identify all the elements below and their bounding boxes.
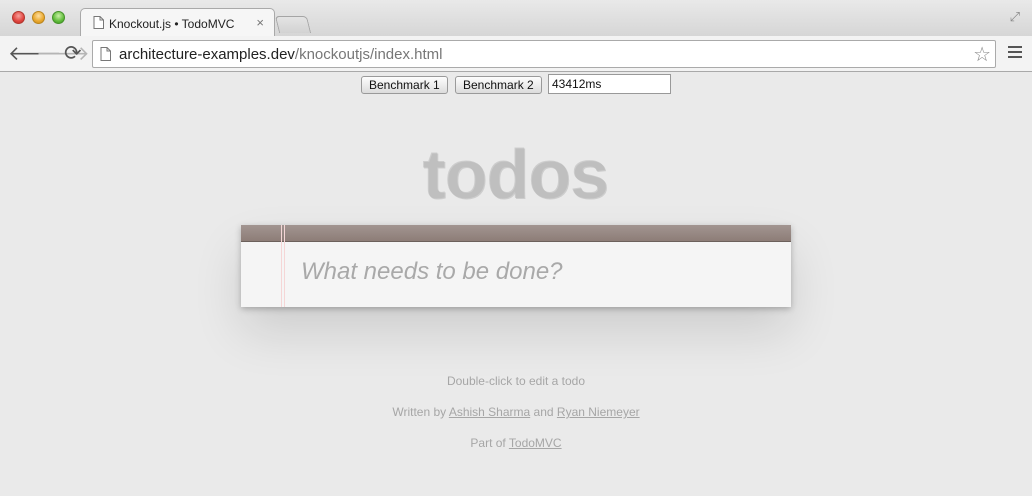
todo-app — [241, 225, 791, 307]
close-window-button[interactable] — [12, 11, 25, 24]
reload-icon[interactable]: ⟳ — [64, 42, 82, 66]
menu-icon[interactable] — [1008, 46, 1022, 61]
part-of-label: Part of — [470, 436, 506, 450]
todo-header-bar — [241, 225, 791, 242]
fullscreen-icon[interactable]: ⤢ — [1010, 9, 1020, 25]
todomvc-link[interactable]: TodoMVC — [509, 436, 562, 450]
url-host: architecture-examples.dev — [119, 46, 295, 63]
url-path: /knockoutjs/index.html — [294, 46, 443, 63]
new-todo-input[interactable] — [301, 258, 771, 286]
part-of: Part of TodoMVC — [0, 436, 1032, 450]
benchmark-2-button[interactable]: Benchmark 2 — [455, 76, 542, 94]
paper-margin-line — [281, 225, 285, 307]
address-bar[interactable]: architecture-examples.dev/knockoutjs/ind… — [92, 40, 996, 68]
tab-title: Knockout.js • TodoMVC — [109, 17, 235, 31]
browser-tab[interactable]: Knockout.js • TodoMVC × — [80, 8, 275, 37]
page-content: Benchmark 1 Benchmark 2 todos Double-cli… — [0, 72, 1032, 496]
and-label: and — [533, 405, 554, 419]
browser-toolbar: 🡐 🡒 ⟳ architecture-examples.dev/knockout… — [0, 36, 1032, 72]
browser-titlebar: Knockout.js • TodoMVC × ⤢ — [0, 0, 1032, 37]
page-icon — [93, 16, 104, 34]
page-icon — [100, 47, 111, 66]
app-title: todos — [423, 136, 610, 214]
minimize-window-button[interactable] — [32, 11, 45, 24]
close-icon[interactable]: × — [256, 15, 264, 30]
benchmark-result-field[interactable] — [548, 74, 671, 94]
star-icon[interactable]: ☆ — [973, 42, 991, 67]
author-link-ryan[interactable]: Ryan Niemeyer — [557, 405, 640, 419]
author-link-ashish[interactable]: Ashish Sharma — [449, 405, 530, 419]
benchmark-1-button[interactable]: Benchmark 1 — [361, 76, 448, 94]
zoom-window-button[interactable] — [52, 11, 65, 24]
written-by-label: Written by — [392, 405, 447, 419]
edit-hint: Double-click to edit a todo — [446, 374, 586, 388]
new-tab-button[interactable] — [274, 16, 312, 33]
credits: Written by Ashish Sharma and Ryan Niemey… — [0, 405, 1032, 419]
url-text: architecture-examples.dev/knockoutjs/ind… — [119, 46, 443, 63]
